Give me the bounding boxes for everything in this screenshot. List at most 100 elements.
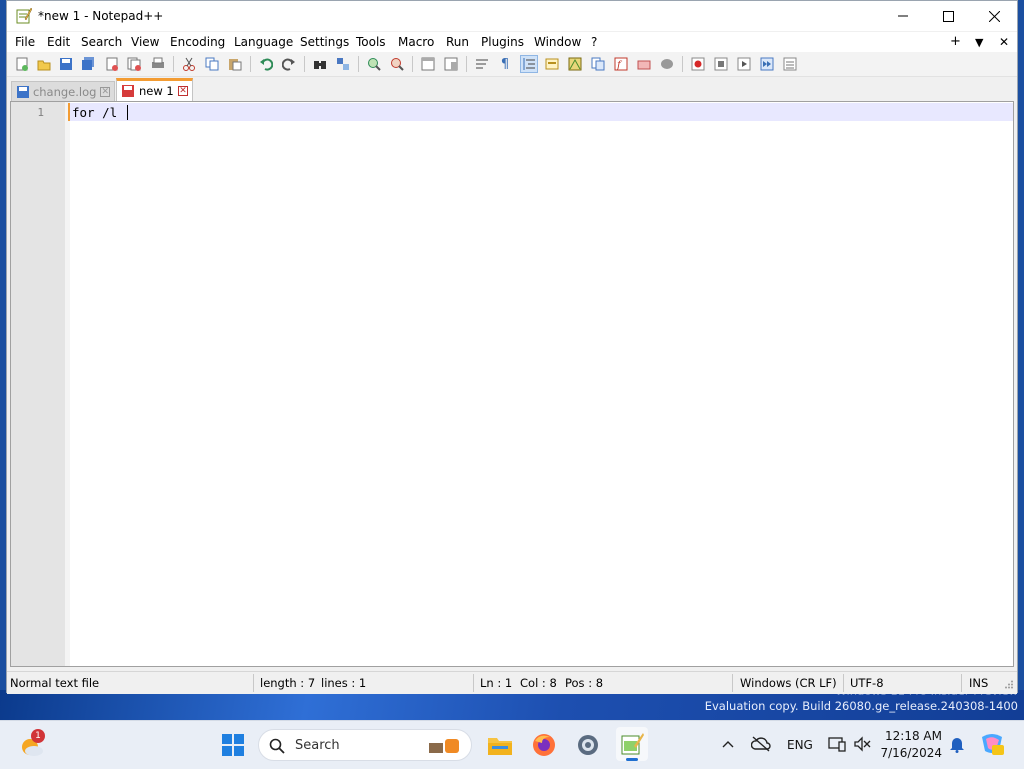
word-wrap-button[interactable] <box>473 55 491 73</box>
menu-encoding[interactable]: Encoding <box>170 35 225 49</box>
undo-icon <box>260 58 273 71</box>
show-hidden-icons-button[interactable] <box>718 733 738 755</box>
menu-macro[interactable]: Macro <box>398 35 434 49</box>
minimize-button[interactable] <box>880 1 926 31</box>
copy-icon <box>205 57 219 71</box>
status-file-type: Normal text file <box>10 676 100 690</box>
sync-horizontal-button[interactable] <box>442 55 460 73</box>
indent-guide-button[interactable] <box>520 55 538 73</box>
menu-search[interactable]: Search <box>81 35 122 49</box>
close-document-button[interactable]: ✕ <box>999 35 1009 49</box>
sync-vertical-button[interactable] <box>419 55 437 73</box>
run-multiple-button[interactable] <box>758 55 776 73</box>
save-all-button[interactable] <box>79 55 97 73</box>
tab-close-icon[interactable]: ✕ <box>100 86 110 97</box>
start-button[interactable] <box>218 729 248 761</box>
paste-button[interactable] <box>226 55 244 73</box>
undo-button[interactable] <box>257 55 275 73</box>
new-tab-plus-button[interactable]: + <box>950 34 961 49</box>
sync-horizontal-icon <box>444 57 458 71</box>
menu-help[interactable]: ? <box>591 35 597 49</box>
save-macro-button[interactable] <box>781 55 799 73</box>
menu-run[interactable]: Run <box>446 35 469 49</box>
menu-tools[interactable]: Tools <box>356 35 386 49</box>
close-all-button[interactable] <box>125 55 143 73</box>
replace-button[interactable] <box>334 55 352 73</box>
maximize-icon <box>942 10 954 22</box>
find-button[interactable] <box>311 55 329 73</box>
playback-button[interactable] <box>735 55 753 73</box>
status-separator <box>473 674 474 692</box>
show-all-chars-button[interactable]: ¶ <box>496 55 514 73</box>
doc-list-button[interactable] <box>589 55 607 73</box>
run-multiple-icon <box>760 57 774 71</box>
toolbar-separator <box>358 56 359 72</box>
toolbar-separator <box>173 56 174 72</box>
function-list-button[interactable]: f <box>612 55 630 73</box>
word-wrap-icon <box>476 59 488 69</box>
fold-margin <box>65 102 70 666</box>
taskbar-search[interactable]: Search <box>258 729 472 761</box>
language-indicator[interactable]: ENG <box>787 738 813 752</box>
close-window-button[interactable] <box>971 1 1017 31</box>
folder-workspace-button[interactable] <box>635 55 653 73</box>
clock-time[interactable]: 12:18 AM <box>878 729 942 743</box>
notepadpp-app-icon <box>16 7 32 24</box>
status-insert-mode[interactable]: INS <box>969 676 988 690</box>
cloud-status-button[interactable] <box>748 733 774 755</box>
doc-map-button[interactable] <box>566 55 584 73</box>
status-eol[interactable]: Windows (CR LF) <box>740 676 837 690</box>
window-title: *new 1 - Notepad++ <box>38 9 164 23</box>
status-bar: Normal text file length : 7 lines : 1 Ln… <box>7 671 1017 694</box>
change-marker <box>68 103 70 121</box>
volume-button[interactable] <box>851 733 873 755</box>
udl-button[interactable] <box>543 55 561 73</box>
close-icon <box>988 10 1000 22</box>
record-macro-button[interactable] <box>689 55 707 73</box>
menu-language[interactable]: Language <box>234 35 293 49</box>
menu-file[interactable]: File <box>15 35 35 49</box>
menu-settings[interactable]: Settings <box>300 35 349 49</box>
stop-record-button[interactable] <box>712 55 730 73</box>
taskbar-firefox[interactable] <box>528 729 560 761</box>
copy-button[interactable] <box>203 55 221 73</box>
open-file-button[interactable] <box>35 55 53 73</box>
zoom-in-button[interactable] <box>365 55 383 73</box>
tab-new-1[interactable]: new 1 ✕ <box>116 78 193 101</box>
network-button[interactable] <box>826 733 848 755</box>
menu-plugins[interactable]: Plugins <box>481 35 524 49</box>
maximize-button[interactable] <box>925 1 971 31</box>
menu-window[interactable]: Window <box>534 35 581 49</box>
tab-list-button[interactable]: ▼ <box>975 36 983 49</box>
menu-edit[interactable]: Edit <box>47 35 70 49</box>
new-file-button[interactable] <box>13 55 31 73</box>
close-file-button[interactable] <box>103 55 121 73</box>
line-number: 1 <box>37 106 44 119</box>
status-ln: Ln : 1 <box>480 676 513 690</box>
taskbar-settings[interactable] <box>572 729 604 761</box>
save-button[interactable] <box>57 55 75 73</box>
menu-view[interactable]: View <box>131 35 159 49</box>
code-line[interactable]: for /l <box>72 105 125 120</box>
zoom-out-button[interactable] <box>388 55 406 73</box>
status-lines: lines : 1 <box>321 676 367 690</box>
tab-close-icon[interactable]: ✕ <box>178 86 188 96</box>
title-bar[interactable]: *new 1 - Notepad++ <box>7 1 1017 31</box>
weather-widget[interactable]: 1 <box>16 729 48 761</box>
text-editor[interactable]: 1 for /l <box>10 101 1014 667</box>
minimize-icon <box>898 15 908 17</box>
cut-button[interactable] <box>180 55 198 73</box>
tab-change-log[interactable]: change.log ✕ <box>11 81 115 101</box>
status-encoding[interactable]: UTF-8 <box>850 676 884 690</box>
copilot-button[interactable] <box>978 730 1006 758</box>
notepadpp-window: *new 1 - Notepad++ File Edit Search View… <box>6 0 1018 694</box>
monitoring-button[interactable] <box>658 55 676 73</box>
clock-date[interactable]: 7/16/2024 <box>878 746 942 760</box>
resize-grip-icon[interactable] <box>1005 680 1014 689</box>
notifications-button[interactable] <box>946 733 968 755</box>
redo-button[interactable] <box>280 55 298 73</box>
print-button[interactable] <box>149 55 167 73</box>
taskbar-notepadpp[interactable] <box>616 727 648 761</box>
zoom-in-icon <box>368 58 381 71</box>
taskbar-file-explorer[interactable] <box>484 729 516 761</box>
